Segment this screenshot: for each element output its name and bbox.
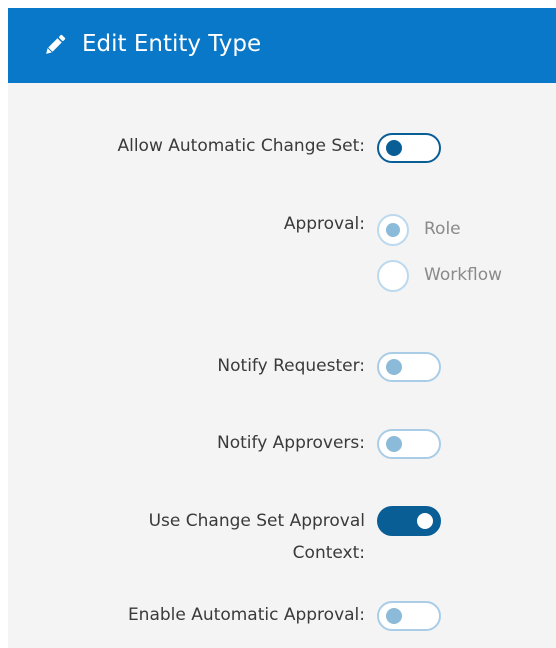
- approval-option-workflow-label: Workflow: [424, 265, 503, 285]
- allow-automatic-change-set-label: Allow Automatic Change Set:: [117, 136, 365, 156]
- notify-approvers-toggle[interactable]: [377, 429, 441, 459]
- notify-approvers-label: Notify Approvers:: [217, 433, 365, 453]
- enable-automatic-approval-toggle[interactable]: [377, 601, 441, 631]
- toggle-knob: [417, 513, 433, 529]
- toggle-knob: [386, 436, 402, 452]
- use-change-set-approval-context-label: Use Change Set Approval Context:: [148, 511, 365, 563]
- toggle-knob: [386, 359, 402, 375]
- edit-entity-type-panel: Edit Entity Type Allow Automatic Change …: [8, 8, 556, 648]
- allow-automatic-change-set-toggle[interactable]: [377, 133, 441, 163]
- radio-dot: [386, 223, 400, 237]
- radio-button-selected[interactable]: [377, 214, 409, 246]
- enable-automatic-approval-label: Enable Automatic Approval:: [127, 605, 365, 625]
- page-title: Edit Entity Type: [82, 31, 262, 57]
- pencil-icon: [42, 32, 68, 58]
- use-change-set-approval-context-toggle[interactable]: [377, 506, 441, 536]
- panel-header: Edit Entity Type: [8, 8, 556, 83]
- approval-label: Approval:: [283, 214, 365, 234]
- toggle-knob: [386, 608, 402, 624]
- radio-button-unselected[interactable]: [377, 260, 409, 292]
- toggle-knob: [386, 140, 402, 156]
- notify-requester-label: Notify Requester:: [217, 356, 365, 376]
- notify-requester-toggle[interactable]: [377, 352, 441, 382]
- approval-option-role-label: Role: [424, 219, 461, 239]
